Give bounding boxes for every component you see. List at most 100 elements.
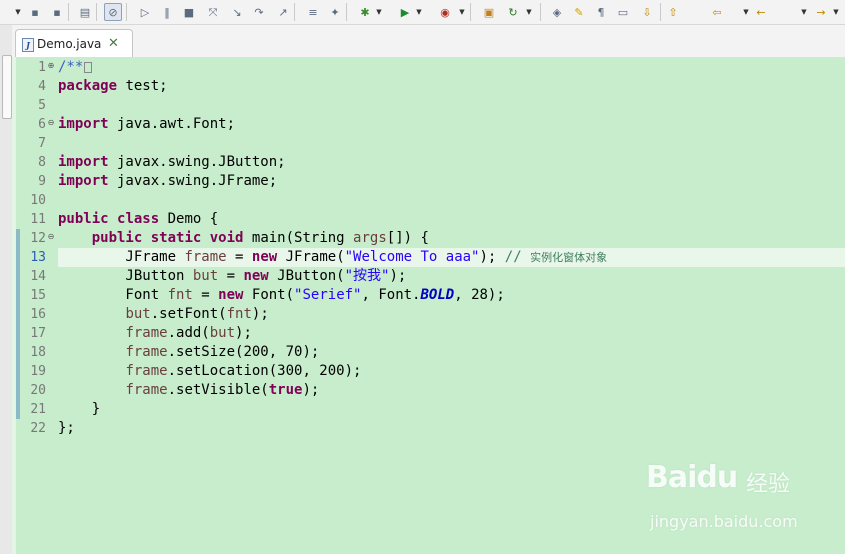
line-number: 5 <box>38 98 46 113</box>
skip-breakpoints-icon[interactable]: ⊘ <box>104 3 122 21</box>
code-token: Demo { <box>159 211 219 227</box>
show-whitespace-icon[interactable]: ¶ <box>592 3 610 21</box>
save-icon[interactable]: ▪ <box>26 3 44 21</box>
chevron-down-icon[interactable]: ▼ <box>742 3 750 21</box>
toolbar-separator <box>540 3 541 21</box>
code-token: ); <box>235 325 252 341</box>
fold-expand-icon[interactable]: ⊕ <box>47 62 55 70</box>
code-line[interactable]: } <box>58 400 100 419</box>
minimized-view-stack[interactable] <box>2 55 12 119</box>
code-line[interactable]: frame.setSize(200, 70); <box>58 343 319 362</box>
back-icon[interactable]: ← <box>752 3 770 21</box>
code-token: ); <box>302 382 320 398</box>
suspend-icon[interactable]: ‖ <box>158 3 176 21</box>
code-line[interactable]: import java.awt.Font; <box>58 115 235 134</box>
variable-token: frame <box>125 325 168 341</box>
toggle-task-icon[interactable]: ≡ <box>304 3 322 21</box>
code-line[interactable]: but.setFont(fnt); <box>58 305 269 324</box>
code-line[interactable]: JFrame frame = new JFrame("Welcome To aa… <box>58 248 607 267</box>
keyword-token: package <box>58 78 118 94</box>
code-line[interactable]: import javax.swing.JFrame; <box>58 172 277 191</box>
save-all-icon[interactable]: ▪ <box>48 3 66 21</box>
block-selection-icon[interactable]: ▭ <box>614 3 632 21</box>
variable-token: frame <box>125 363 168 379</box>
code-token: , Font. <box>361 287 421 303</box>
code-line[interactable]: frame.setVisible(true); <box>58 381 319 400</box>
code-line[interactable]: import javax.swing.JButton; <box>58 153 286 172</box>
toggle-mark-occurrences-icon[interactable]: ◈ <box>548 3 566 21</box>
code-token: , 28); <box>454 287 505 303</box>
code-token: test; <box>117 78 168 94</box>
toolbar-separator <box>660 3 661 21</box>
collapsed-block-marker[interactable] <box>84 61 93 73</box>
baidu-watermark: Baidu 经验 jingyan.baidu.com <box>646 460 826 540</box>
fold-collapse-icon[interactable]: ⊖ <box>47 119 55 127</box>
print-icon[interactable]: ▤ <box>76 3 94 21</box>
step-return-icon[interactable]: ↗ <box>274 3 292 21</box>
debug-icon[interactable]: ✱ <box>356 3 374 21</box>
code-token: main(String <box>243 230 354 246</box>
code-line[interactable]: Font fnt = new Font("Serief", Font.BOLD,… <box>58 286 505 305</box>
code-token: JFrame <box>58 249 185 265</box>
external-tools-icon[interactable]: ◉ <box>436 3 454 21</box>
code-token: .setLocation(300, 200); <box>167 363 362 379</box>
close-tab-icon[interactable]: ✕ <box>108 36 119 51</box>
code-line[interactable]: public static void main(String args[]) { <box>58 229 429 248</box>
code-line[interactable]: frame.add(but); <box>58 324 252 343</box>
code-token: ); <box>251 306 269 322</box>
step-into-icon[interactable]: ↘ <box>228 3 246 21</box>
refresh-icon[interactable]: ↻ <box>504 3 522 21</box>
keyword-token: import <box>58 116 109 132</box>
chevron-down-icon[interactable]: ▼ <box>458 3 466 21</box>
code-token: = <box>192 287 219 303</box>
next-annotation-icon[interactable]: ⇩ <box>638 3 656 21</box>
previous-annotation-icon[interactable]: ⇧ <box>664 3 682 21</box>
toolbar-separator <box>126 3 127 21</box>
run-icon[interactable]: ▶ <box>396 3 414 21</box>
disconnect-icon[interactable]: ⤧ <box>204 3 222 21</box>
fold-collapse-icon[interactable]: ⊖ <box>47 233 55 241</box>
new-java-project-icon[interactable]: ✦ <box>326 3 344 21</box>
code-line[interactable]: }; <box>58 419 75 438</box>
editor-tab-bar: J Demo.java ✕ <box>12 25 845 57</box>
main-toolbar: ▪ ▪ ▤ ⊘ ▷ ‖ ■ ⤧ ↘ ↷ ↗ ≡ ✦ ✱ ▶ ◉ ▣ ↻ ◈ ✎ ¶ ▭ ⇩ ⇧ ⇦ ← → ▼ ▼ ▼ ▼ ▼ ▼ ▼ ▼ <box>0 0 845 25</box>
keyword-token: import <box>58 173 109 189</box>
code-line[interactable]: package test; <box>58 77 168 96</box>
keyword-token: public <box>58 211 109 227</box>
chevron-down-icon[interactable]: ▼ <box>375 3 383 21</box>
toggle-highlight-icon[interactable]: ✎ <box>570 3 588 21</box>
open-type-icon[interactable]: ▣ <box>480 3 498 21</box>
code-line[interactable]: JButton but = new JButton("按我"); <box>58 267 406 286</box>
code-token: Font <box>58 287 168 303</box>
chevron-down-icon[interactable]: ▼ <box>415 3 423 21</box>
keyword-token: new <box>251 249 278 265</box>
code-line[interactable]: /** <box>58 58 93 77</box>
line-number: 11 <box>30 212 46 227</box>
line-number: 20 <box>30 383 46 398</box>
code-line[interactable]: public class Demo { <box>58 210 218 229</box>
chevron-down-icon[interactable]: ▼ <box>525 3 533 21</box>
last-edit-icon[interactable]: ⇦ <box>708 3 726 21</box>
chevron-down-icon[interactable]: ▼ <box>800 3 808 21</box>
tab-demo-java[interactable]: J Demo.java ✕ <box>15 29 133 57</box>
terminate-icon[interactable]: ■ <box>180 3 198 21</box>
resume-icon[interactable]: ▷ <box>136 3 154 21</box>
chevron-down-icon[interactable]: ▼ <box>14 3 22 21</box>
variable-token: but <box>209 325 236 341</box>
code-token: ); <box>389 268 407 284</box>
variable-token: frame <box>125 382 168 398</box>
line-number: 13 <box>30 250 46 265</box>
chevron-down-icon[interactable]: ▼ <box>832 3 840 21</box>
step-over-icon[interactable]: ↷ <box>250 3 268 21</box>
watermark-url: jingyan.baidu.com <box>650 512 798 531</box>
watermark-brand: Baidu <box>646 460 738 495</box>
forward-icon[interactable]: → <box>812 3 830 21</box>
toolbar-separator <box>346 3 347 21</box>
code-line[interactable]: frame.setLocation(300, 200); <box>58 362 361 381</box>
keyword-token: new <box>243 268 269 284</box>
code-token: }; <box>58 420 75 436</box>
toolbar-separator <box>68 3 69 21</box>
